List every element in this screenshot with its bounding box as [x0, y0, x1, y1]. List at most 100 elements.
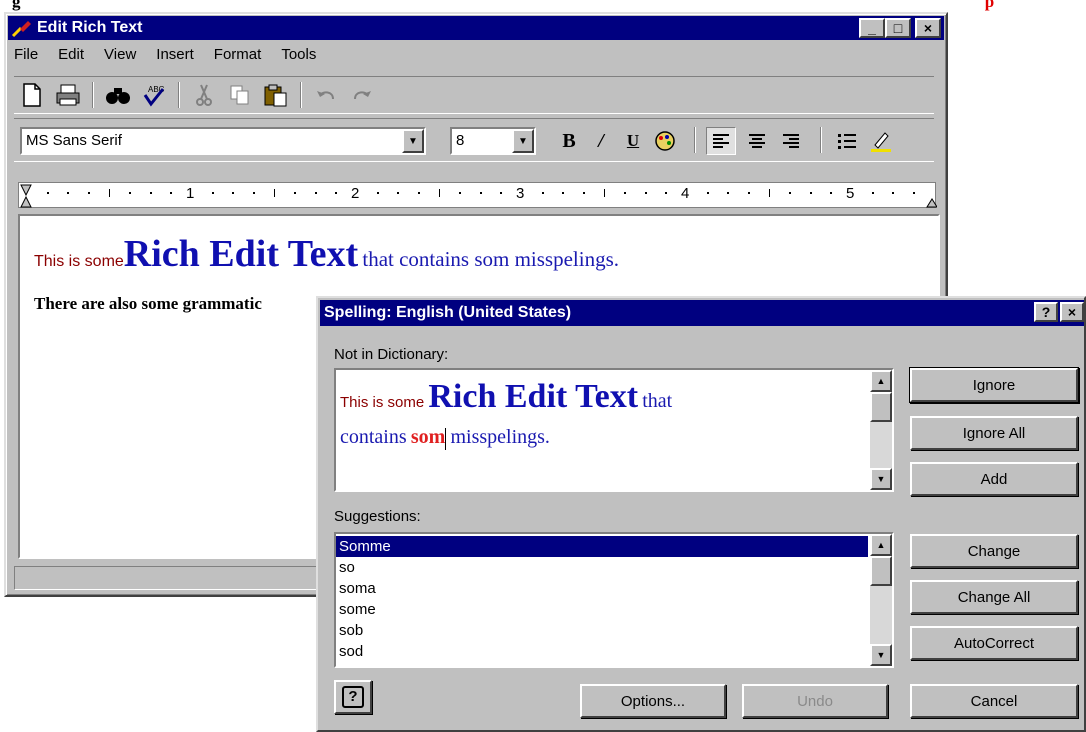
undo-button[interactable]: Undo: [742, 684, 888, 718]
italic-button[interactable]: /: [586, 127, 616, 155]
autocorrect-button[interactable]: AutoCorrect: [910, 626, 1078, 660]
suggestions-scrollbar[interactable]: ▲ ▼: [870, 534, 892, 666]
ruler-marks: [20, 184, 937, 208]
suggestion-item[interactable]: so: [336, 557, 868, 578]
scroll-up-button[interactable]: ▲: [870, 534, 892, 556]
ruler-tick: [706, 192, 709, 194]
new-doc-icon[interactable]: [14, 80, 50, 110]
dialog-titlebar[interactable]: Spelling: English (United States) ? ×: [320, 300, 1084, 326]
ignore-button[interactable]: Ignore: [910, 368, 1078, 402]
align-right-icon[interactable]: [776, 127, 806, 155]
toolbar-separator: [694, 127, 696, 153]
toolbar-separator: [92, 82, 94, 108]
ruler-tick: [644, 192, 647, 194]
help-icon: ?: [342, 686, 364, 708]
not-in-dictionary-textbox[interactable]: This is some Rich Edit Text that contain…: [334, 368, 894, 492]
dialog-help-button[interactable]: ?: [1034, 302, 1058, 322]
font-dropdown-arrow[interactable]: ▼: [402, 129, 424, 153]
preview-scrollbar[interactable]: ▲ ▼: [870, 370, 892, 490]
add-button[interactable]: Add: [910, 462, 1078, 496]
underline-button[interactable]: U: [618, 127, 648, 155]
minimize-button[interactable]: _: [859, 18, 885, 38]
ruler-tick: [438, 189, 440, 197]
preview-small-red: This is some: [340, 394, 425, 411]
paste-icon[interactable]: [258, 80, 294, 110]
menu-format[interactable]: Format: [214, 46, 262, 63]
ruler[interactable]: 1 2 3 4 5: [18, 182, 937, 208]
ignore-all-button[interactable]: Ignore All: [910, 416, 1078, 450]
ruler-tick: [129, 192, 132, 194]
suggestions-items: Somme so soma some sob sod: [336, 536, 868, 662]
spell-check-icon[interactable]: ABC: [136, 80, 172, 110]
doc-blue-text: that contains som misspelings.: [362, 247, 620, 271]
toolbar-separator: [178, 82, 180, 108]
options-button[interactable]: Options...: [580, 684, 726, 718]
size-dropdown-arrow[interactable]: ▼: [512, 129, 534, 153]
redo-icon[interactable]: [344, 80, 380, 110]
align-center-icon[interactable]: [742, 127, 772, 155]
ruler-tick: [417, 192, 420, 194]
dialog-close-button[interactable]: ×: [1060, 302, 1084, 322]
suggestion-item[interactable]: some: [336, 599, 868, 620]
menu-insert[interactable]: Insert: [156, 46, 194, 63]
scroll-down-button[interactable]: ▼: [870, 644, 892, 666]
size-combo[interactable]: 8 ▼: [450, 127, 536, 155]
menu-file[interactable]: File: [14, 46, 38, 63]
ruler-tick: [314, 192, 317, 194]
ruler-tick: [335, 192, 338, 194]
ruler-tick: [459, 192, 462, 194]
ruler-tick: [500, 192, 503, 194]
ruler-tick: [376, 192, 379, 194]
menu-view[interactable]: View: [104, 46, 136, 63]
caption-red-text: p: [984, 0, 995, 11]
find-icon[interactable]: [100, 80, 136, 110]
scroll-thumb[interactable]: [870, 392, 892, 422]
undo-icon[interactable]: [308, 80, 344, 110]
cancel-button[interactable]: Cancel: [910, 684, 1078, 718]
suggestions-list[interactable]: Somme so soma some sob sod ▲ ▼: [334, 532, 894, 668]
ruler-tick: [603, 189, 605, 197]
scroll-thumb[interactable]: [870, 556, 892, 586]
menu-edit[interactable]: Edit: [58, 46, 84, 63]
help-button[interactable]: ?: [334, 680, 372, 714]
ruler-tick: [211, 192, 214, 194]
bullets-icon[interactable]: [832, 127, 862, 155]
caption-text: g: [12, 0, 21, 11]
toolbar-separator: [820, 127, 822, 153]
suggestion-item[interactable]: Somme: [336, 536, 868, 557]
maximize-button[interactable]: □: [885, 18, 911, 38]
suggestion-item[interactable]: sob: [336, 620, 868, 641]
window-title: Edit Rich Text: [37, 19, 143, 36]
cut-icon[interactable]: [186, 80, 222, 110]
suggestions-label: Suggestions:: [334, 508, 421, 525]
ruler-tick: [149, 192, 152, 194]
print-icon[interactable]: [50, 80, 86, 110]
preview-big-blue: Rich Edit Text: [428, 378, 639, 415]
suggestion-item[interactable]: soma: [336, 578, 868, 599]
highlight-pen-icon[interactable]: [866, 127, 896, 155]
copy-icon[interactable]: [222, 80, 258, 110]
scroll-up-button[interactable]: ▲: [870, 370, 892, 392]
ruler-tick: [67, 192, 70, 194]
ruler-tick: [479, 192, 482, 194]
spelling-dialog: Spelling: English (United States) ? × No…: [316, 296, 1086, 732]
menu-tools[interactable]: Tools: [281, 46, 316, 63]
size-value: 8: [456, 132, 465, 149]
ruler-tick: [892, 192, 895, 194]
color-palette-icon[interactable]: [650, 127, 680, 155]
change-button[interactable]: Change: [910, 534, 1078, 568]
scroll-down-button[interactable]: ▼: [870, 468, 892, 490]
doc-small-red-text: This is some: [34, 253, 124, 270]
window-titlebar[interactable]: Edit Rich Text _ □ ×: [8, 16, 944, 40]
ruler-tick: [727, 192, 730, 194]
ruler-label-4: 4: [681, 185, 690, 202]
suggestion-item[interactable]: sod: [336, 641, 868, 662]
ruler-tick: [624, 192, 627, 194]
font-combo[interactable]: MS Sans Serif ▼: [20, 127, 426, 155]
align-left-icon[interactable]: [706, 127, 736, 155]
change-all-button[interactable]: Change All: [910, 580, 1078, 614]
close-button[interactable]: ×: [915, 18, 941, 38]
ruler-tick: [232, 192, 235, 194]
bold-button[interactable]: B: [554, 127, 584, 155]
standard-toolbar: ABC: [14, 76, 934, 114]
